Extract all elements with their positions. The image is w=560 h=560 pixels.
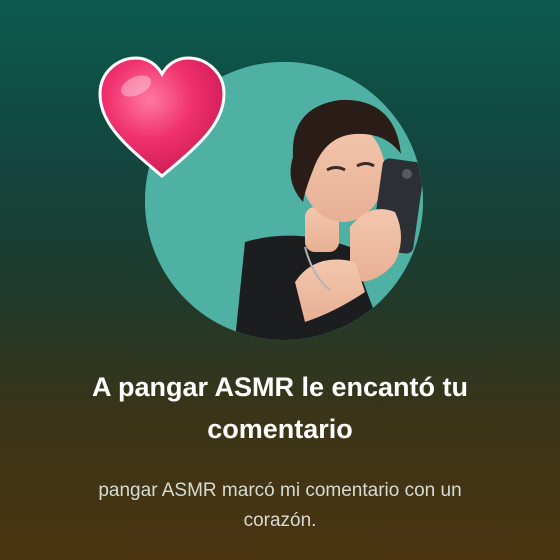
heart-icon — [98, 56, 226, 178]
notification-card: A pangar ASMR le encantó tu comentario p… — [0, 0, 560, 560]
notification-title: A pangar ASMR le encantó tu comentario — [91, 372, 469, 444]
notification-subtitle: pangar ASMR marcó mi comentario con un c… — [98, 480, 462, 531]
